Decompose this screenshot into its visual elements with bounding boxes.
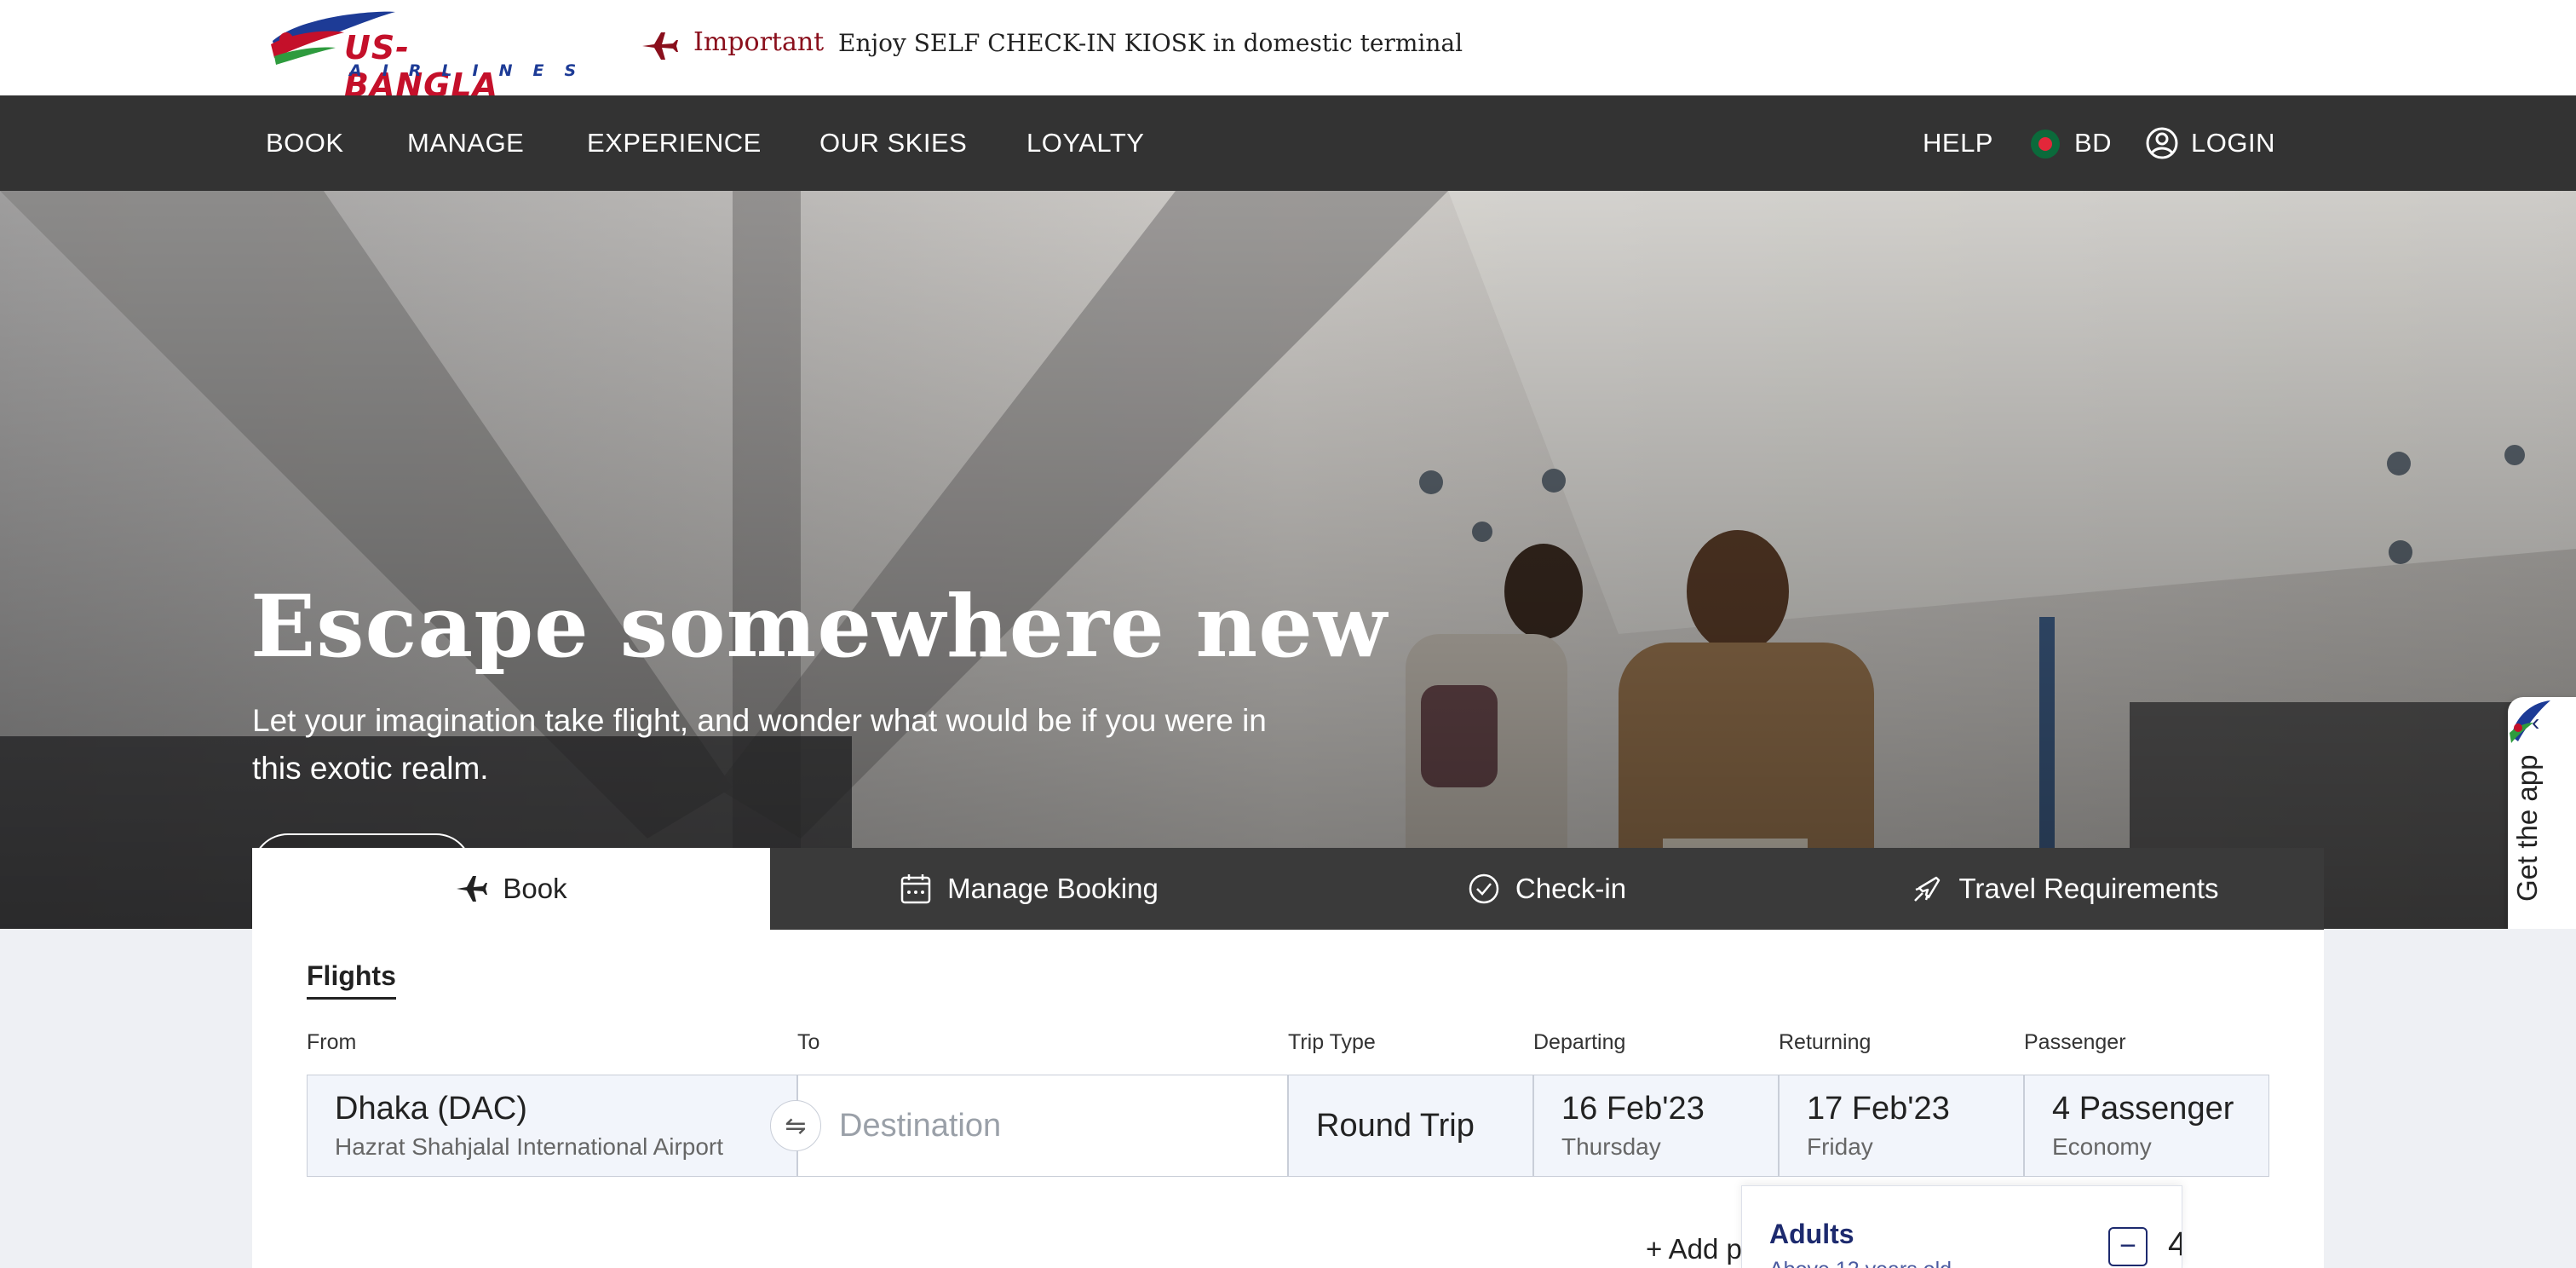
passenger-field[interactable]: 4 Passenger Economy [2024,1075,2269,1177]
decrease-adults-button[interactable]: − [2108,1227,2148,1266]
page: US-BANGLA AIRLINES Important Enjoy SELF … [0,0,2576,1268]
country-selector[interactable]: BD [2074,128,2112,158]
booking-tabs: Book Manage Booking Check-in Travel Requ… [252,848,2324,930]
destination-field[interactable]: Destination [797,1075,1288,1177]
airplane-icon [642,32,678,60]
get-the-app-tab[interactable]: ‹ Get the app [2508,697,2576,929]
hero-banner: Escape somewhere new Let your imaginatio… [0,191,2576,929]
hero-title: Escape somewhere new [250,576,1388,677]
nav-login[interactable]: LOGIN [2191,128,2275,158]
departing-date-field[interactable]: 16 Feb'23 Thursday [1533,1075,1779,1177]
departing-date: 16 Feb'23 [1561,1091,1705,1127]
check-circle-icon [1469,873,1499,904]
tab-check-in-label: Check-in [1515,873,1627,904]
from-city: Dhaka (DAC) [335,1091,527,1127]
flights-section-tab[interactable]: Flights [307,960,396,1000]
adults-age-note: Above 12 years old [1769,1258,1952,1268]
notice-label[interactable]: Important [693,27,824,57]
returning-label: Returning [1779,1030,1872,1054]
nav-our-skies[interactable]: OUR SKIES [819,128,967,158]
destination-placeholder: Destination [839,1108,1002,1144]
nav-manage[interactable]: MANAGE [407,128,524,158]
tab-manage-booking-label: Manage Booking [947,873,1159,904]
returning-date-field[interactable]: 17 Feb'23 Friday [1779,1075,2024,1177]
tab-check-in[interactable]: Check-in [1288,848,1806,930]
returning-day: Friday [1807,1133,1873,1160]
tab-travel-requirements-label: Travel Requirements [1958,873,2219,904]
bangladesh-flag-icon[interactable] [2031,130,2060,158]
airplane-icon [457,876,488,902]
swap-icon[interactable]: ⇋ [770,1100,821,1151]
logo-subtitle: AIRLINES [349,61,597,80]
notice-text[interactable]: Enjoy SELF CHECK-IN KIOSK in domestic te… [838,29,1463,57]
hero-background-image [0,191,2576,929]
calendar-icon [900,874,931,904]
add-promo-link[interactable]: + Add p [1646,1233,1742,1265]
trip-type-select[interactable]: Round Trip [1288,1075,1533,1177]
adults-label: Adults [1769,1219,1854,1249]
departing-label: Departing [1533,1030,1626,1054]
adults-count: 4 [2168,1225,2182,1264]
nav-help[interactable]: HELP [1923,128,1993,158]
passenger-count: 4 Passenger [2052,1091,2234,1127]
us-bangla-logo[interactable]: US-BANGLA AIRLINES [267,7,576,104]
user-circle-icon[interactable] [2145,126,2179,160]
tab-book-label: Book [503,873,567,904]
from-label: From [307,1030,357,1054]
plane-document-icon [1914,876,1941,902]
tab-manage-booking[interactable]: Manage Booking [770,848,1288,930]
passenger-popup: Adults Above 12 years old − 4 + [1741,1185,2182,1268]
cabin-class: Economy [2052,1133,2152,1160]
trip-type-label: Trip Type [1288,1030,1376,1054]
tab-travel-requirements[interactable]: Travel Requirements [1806,848,2324,930]
booking-panel: Flights From To Trip Type Departing Retu… [252,930,2324,1268]
nav-book[interactable]: BOOK [266,128,344,158]
main-nav: BOOK MANAGE EXPERIENCE OUR SKIES LOYALTY… [0,95,2576,191]
from-airport: Hazrat Shahjalal International Airport [335,1133,724,1160]
returning-date: 17 Feb'23 [1807,1091,1950,1127]
nav-loyalty[interactable]: LOYALTY [1026,128,1144,158]
to-label: To [797,1030,820,1054]
from-field[interactable]: Dhaka (DAC) Hazrat Shahjalal Internation… [307,1075,797,1177]
nav-experience[interactable]: EXPERIENCE [587,128,762,158]
top-bar: US-BANGLA AIRLINES Important Enjoy SELF … [0,0,2576,104]
passenger-label: Passenger [2024,1030,2126,1054]
tab-book[interactable]: Book [252,848,770,930]
hero-subtitle: Let your imagination take flight, and wo… [252,703,1267,786]
app-logo-icon [2510,700,2550,743]
trip-type-value: Round Trip [1316,1108,1475,1144]
departing-day: Thursday [1561,1133,1661,1160]
